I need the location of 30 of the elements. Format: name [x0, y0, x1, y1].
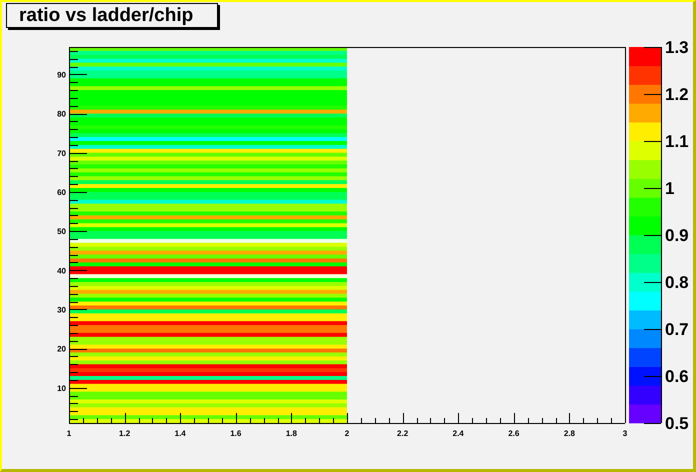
axis-label: 1 — [66, 429, 72, 438]
axis-label: 2.4 — [452, 429, 464, 438]
scale-label: 1.2 — [665, 85, 689, 104]
axis-label: 10 — [57, 384, 66, 393]
scale-label: 1.3 — [665, 38, 689, 57]
axis-label: 1.8 — [286, 429, 297, 438]
plot-title: ratio vs ladder/chip — [6, 3, 218, 28]
axis-label: 50 — [57, 227, 66, 236]
axis-label: 2.8 — [564, 429, 575, 438]
axis-label: 90 — [57, 70, 66, 80]
scale-label: 0.8 — [665, 273, 689, 292]
scale-label: 1 — [665, 179, 674, 198]
axis-label: 20 — [57, 344, 66, 354]
scale-label: 0.5 — [665, 414, 689, 433]
axis-label: 30 — [57, 305, 66, 314]
axis-label: 3 — [622, 429, 628, 438]
axis-label: 1.2 — [119, 429, 130, 438]
axis-label: 70 — [57, 148, 66, 158]
axis-label: 1.6 — [230, 429, 242, 438]
axis-label: 60 — [57, 188, 66, 197]
axis-label: 2 — [344, 429, 350, 438]
axis-label: 2.2 — [397, 429, 408, 438]
scale-label: 0.6 — [665, 367, 689, 386]
axis-label: 40 — [57, 266, 66, 276]
scale-label: 0.7 — [665, 320, 689, 339]
axis-label: 2.6 — [508, 429, 520, 438]
axis-label: 80 — [57, 110, 66, 119]
scale-label: 0.9 — [665, 226, 689, 245]
axis-label: 1.4 — [174, 429, 186, 438]
scale-label: 1.1 — [665, 132, 689, 151]
